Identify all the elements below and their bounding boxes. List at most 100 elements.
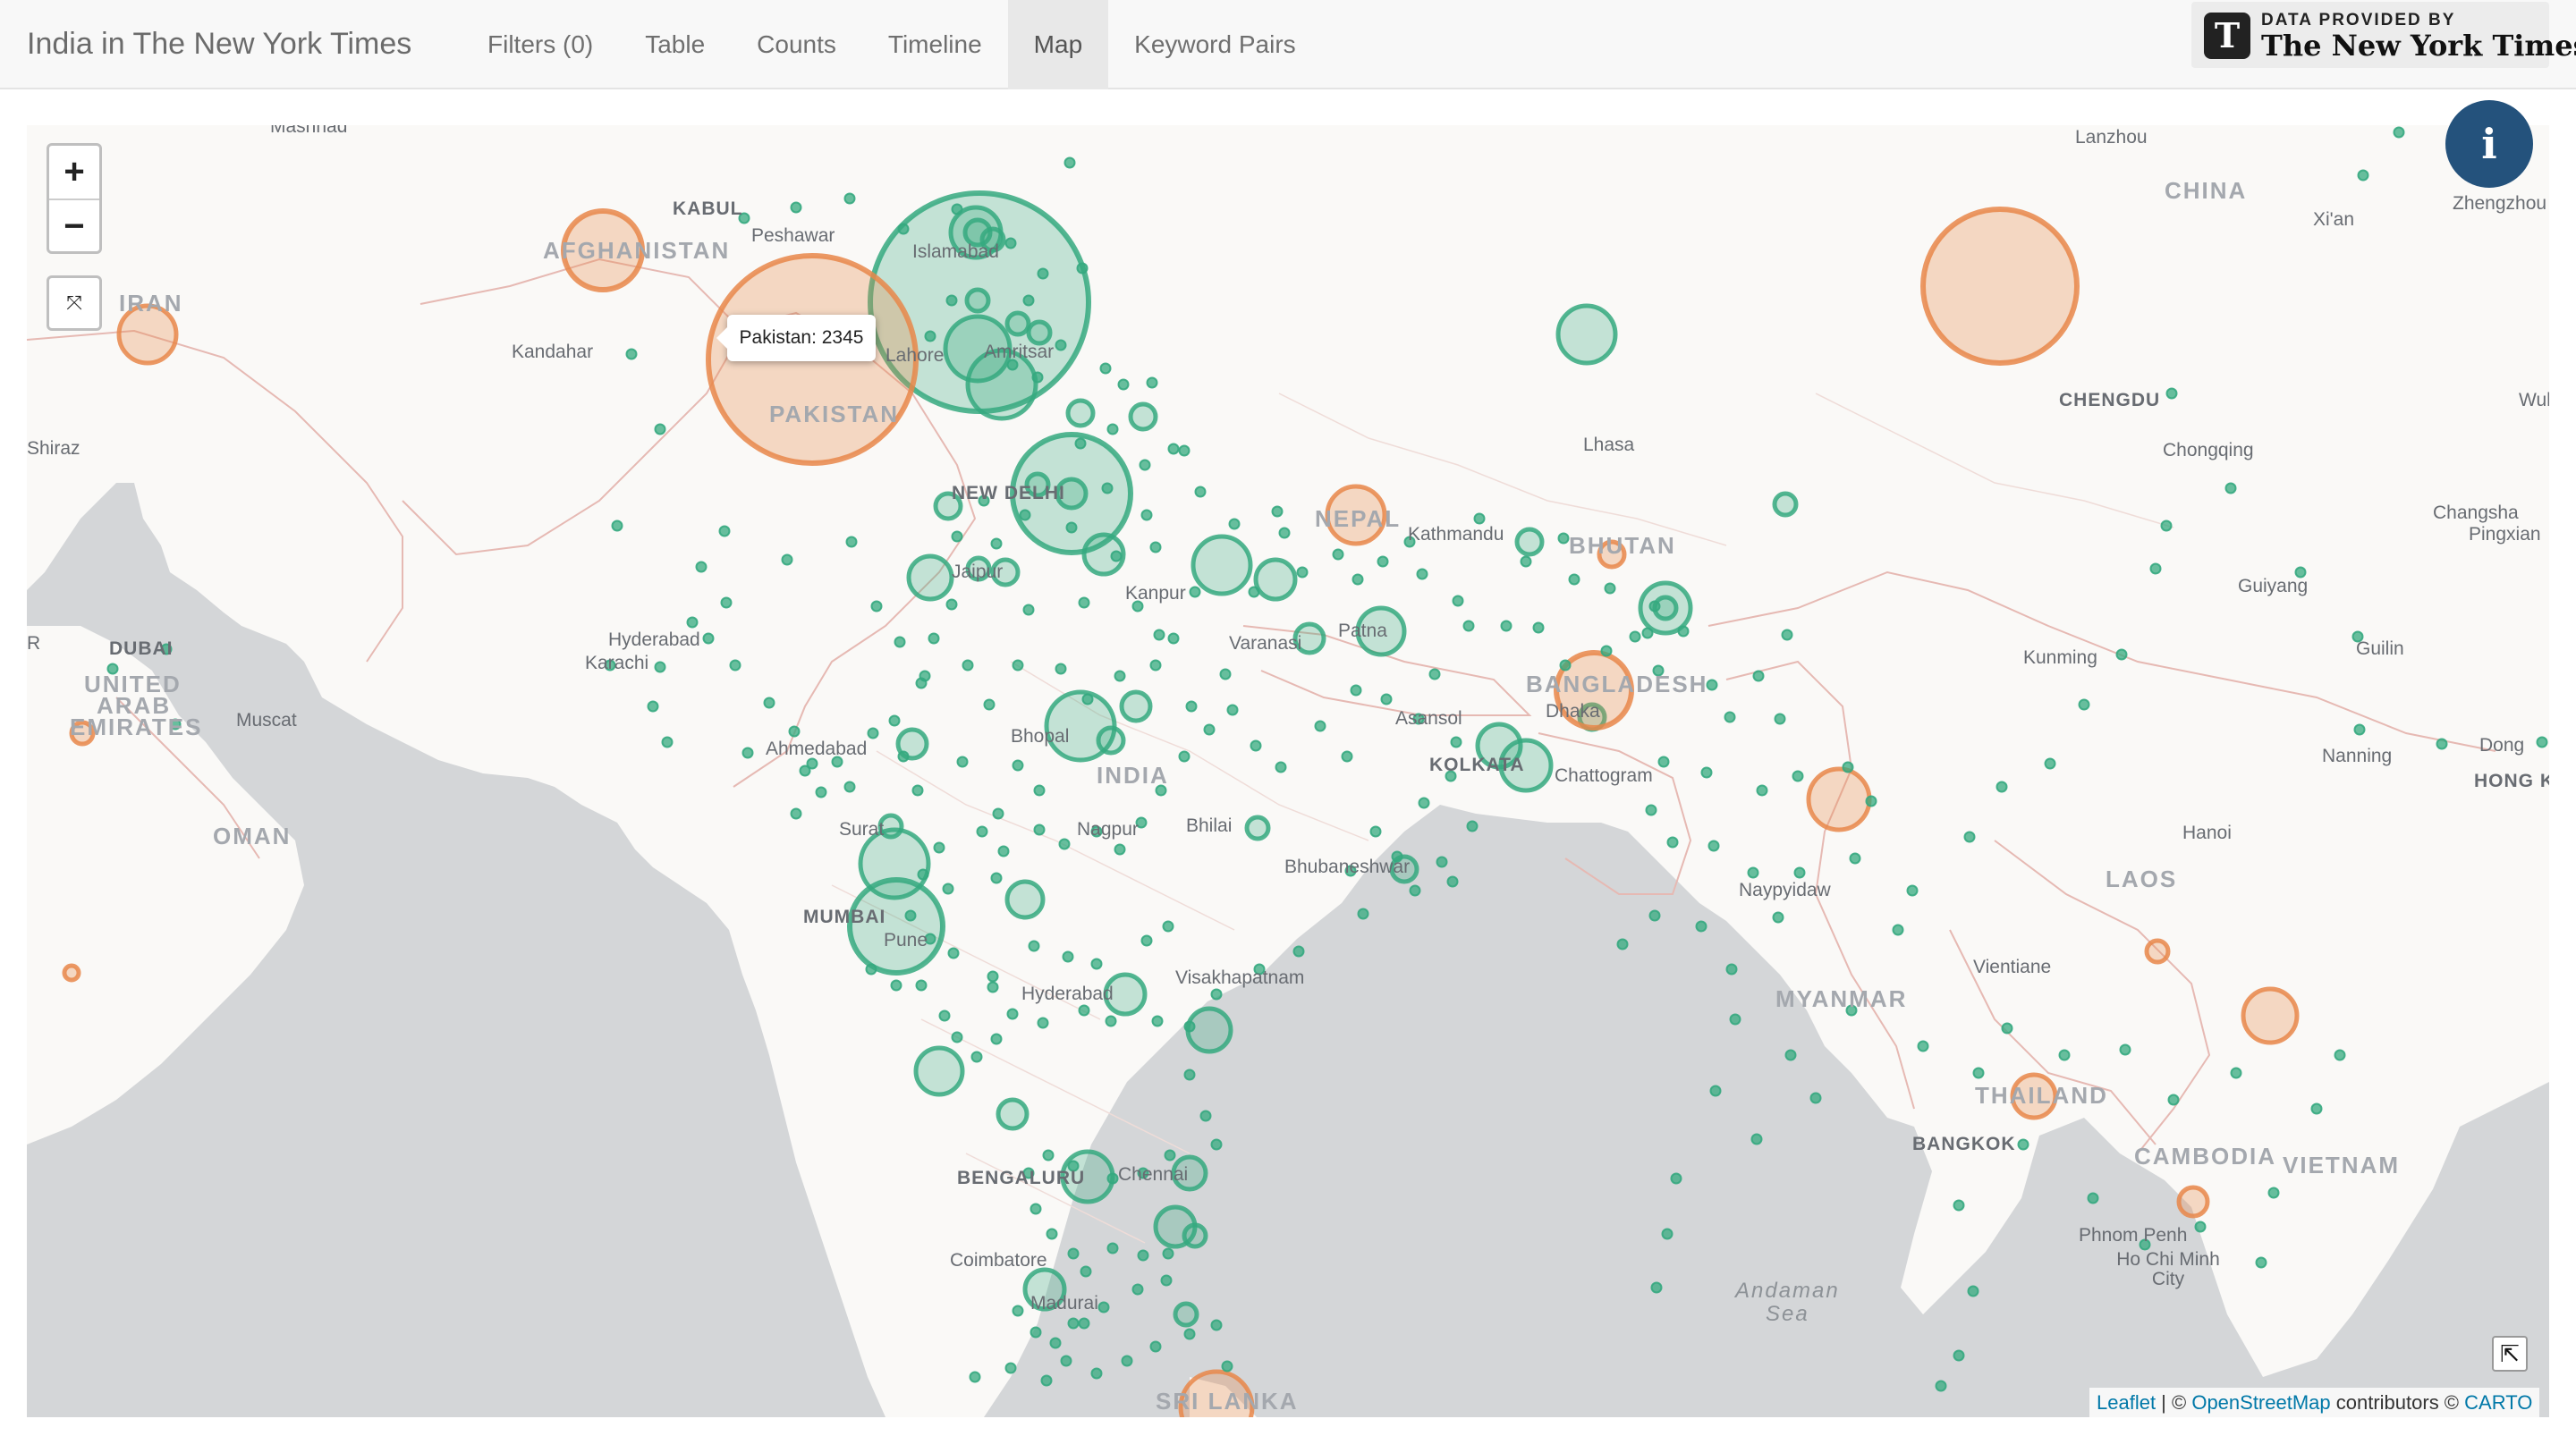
city-dot-236[interactable] [2087, 1192, 2099, 1204]
city-dot-183[interactable] [1040, 1374, 1053, 1387]
city-marker-46[interactable] [1173, 1301, 1199, 1328]
city-dot-193[interactable] [729, 659, 741, 672]
city-dot-109[interactable] [1226, 704, 1239, 716]
city-dot-97[interactable] [990, 872, 1003, 884]
country-marker-60[interactable] [2241, 986, 2300, 1045]
city-dot-195[interactable] [788, 725, 801, 738]
city-dot-138[interactable] [990, 1033, 1003, 1045]
city-dot-128[interactable] [1292, 945, 1305, 958]
city-dot-70[interactable] [1167, 632, 1180, 645]
city-dot-46[interactable] [1677, 625, 1690, 638]
city-dot-71[interactable] [1149, 659, 1162, 672]
city-dot-166[interactable] [1080, 1265, 1092, 1278]
city-dot-49[interactable] [1781, 629, 1793, 641]
city-dot-4[interactable] [897, 223, 910, 235]
city-dot-105[interactable] [1178, 750, 1191, 763]
city-dot-107[interactable] [1185, 700, 1198, 713]
city-dot-75[interactable] [1012, 659, 1024, 672]
city-dot-33[interactable] [1153, 629, 1165, 641]
city-dot-95[interactable] [917, 868, 929, 881]
tab-timeline[interactable]: Timeline [862, 0, 1008, 89]
city-dot-164[interactable] [1046, 1228, 1058, 1240]
city-dot-111[interactable] [1275, 761, 1287, 773]
city-dot-275[interactable] [1648, 909, 1661, 922]
city-dot-108[interactable] [1219, 668, 1232, 680]
city-dot-222[interactable] [2357, 169, 2369, 182]
city-dot-247[interactable] [2001, 1022, 2013, 1035]
city-dot-55[interactable] [1559, 659, 1572, 672]
city-dot-233[interactable] [1917, 1040, 1929, 1052]
city-dot-99[interactable] [1033, 824, 1046, 836]
city-dot-252[interactable] [1709, 1085, 1722, 1097]
city-dot-255[interactable] [1650, 1281, 1663, 1294]
city-dot-224[interactable] [2224, 482, 2237, 494]
expand-icon[interactable]: ⇱ [2492, 1336, 2528, 1372]
city-dot-93[interactable] [976, 825, 988, 838]
city-dot-256[interactable] [1729, 1013, 1741, 1026]
city-dot-223[interactable] [2165, 387, 2178, 400]
city-dot-1[interactable] [790, 201, 802, 214]
city-dot-11[interactable] [924, 330, 936, 342]
city-dot-267[interactable] [1657, 756, 1670, 768]
city-dot-194[interactable] [763, 697, 775, 709]
country-marker-64[interactable] [62, 963, 81, 983]
city-dot-196[interactable] [806, 757, 818, 770]
city-dot-266[interactable] [1700, 766, 1713, 779]
city-dot-59[interactable] [1428, 668, 1441, 680]
city-dot-66[interactable] [1228, 518, 1241, 530]
city-marker-28[interactable] [996, 1097, 1030, 1131]
city-dot-241[interactable] [2310, 1102, 2323, 1115]
city-dot-67[interactable] [1194, 486, 1207, 498]
map-canvas[interactable]: AFGHANISTAN IRAN PAKISTAN NEPAL BHUTAN B… [27, 125, 2549, 1417]
city-dot-40[interactable] [1520, 555, 1532, 568]
city-dot-205[interactable] [695, 561, 708, 573]
city-dot-125[interactable] [1446, 875, 1459, 888]
city-dot-47[interactable] [1706, 679, 1718, 691]
city-dot-152[interactable] [1140, 934, 1153, 947]
city-marker-40[interactable] [1065, 398, 1096, 428]
app-title[interactable]: India in The New York Times [27, 27, 411, 62]
city-dot-48[interactable] [1752, 670, 1765, 682]
tab-counts[interactable]: Counts [731, 0, 862, 89]
city-dot-35[interactable] [1248, 586, 1260, 598]
city-dot-218[interactable] [2353, 723, 2366, 736]
city-dot-254[interactable] [1661, 1228, 1674, 1240]
nyt-data-badge[interactable]: T DATA PROVIDED BY The New York Times [2191, 2, 2576, 68]
city-dot-271[interactable] [1747, 866, 1759, 879]
city-dot-243[interactable] [2230, 1067, 2242, 1079]
city-dot-190[interactable] [611, 519, 623, 532]
city-dot-29[interactable] [990, 537, 1003, 550]
city-dot-60[interactable] [1452, 595, 1464, 607]
city-dot-246[interactable] [2058, 1049, 2071, 1061]
city-dot-248[interactable] [1953, 1199, 1965, 1212]
city-dot-234[interactable] [1972, 1067, 1985, 1079]
city-dot-77[interactable] [962, 659, 974, 672]
city-dot-276[interactable] [1616, 938, 1629, 950]
city-dot-189[interactable] [654, 423, 666, 435]
city-dot-165[interactable] [1067, 1247, 1080, 1260]
city-dot-192[interactable] [720, 596, 733, 609]
city-marker-27[interactable] [913, 1045, 965, 1097]
city-dot-87[interactable] [897, 750, 910, 763]
city-marker-34[interactable] [1514, 527, 1545, 557]
city-dot-169[interactable] [1162, 1247, 1174, 1260]
city-dot-145[interactable] [904, 909, 917, 922]
city-dot-136[interactable] [1006, 1008, 1019, 1020]
city-dot-113[interactable] [1341, 750, 1353, 763]
city-dot-265[interactable] [1756, 784, 1768, 797]
city-dot-264[interactable] [1792, 770, 1804, 782]
city-marker-24[interactable] [1004, 879, 1046, 920]
city-dot-155[interactable] [1199, 1110, 1212, 1122]
city-dot-250[interactable] [1953, 1349, 1965, 1362]
city-dot-5[interactable] [951, 203, 963, 215]
city-dot-26[interactable] [1019, 509, 1031, 521]
city-dot-142[interactable] [915, 979, 928, 992]
city-dot-268[interactable] [1645, 804, 1657, 816]
city-dot-89[interactable] [956, 756, 969, 768]
tab-map[interactable]: Map [1007, 0, 1109, 89]
city-dot-127[interactable] [1357, 908, 1369, 920]
city-dot-180[interactable] [1210, 1319, 1223, 1331]
city-dot-131[interactable] [1183, 1020, 1196, 1033]
city-dot-68[interactable] [1178, 444, 1191, 457]
city-dot-249[interactable] [1967, 1285, 1979, 1297]
